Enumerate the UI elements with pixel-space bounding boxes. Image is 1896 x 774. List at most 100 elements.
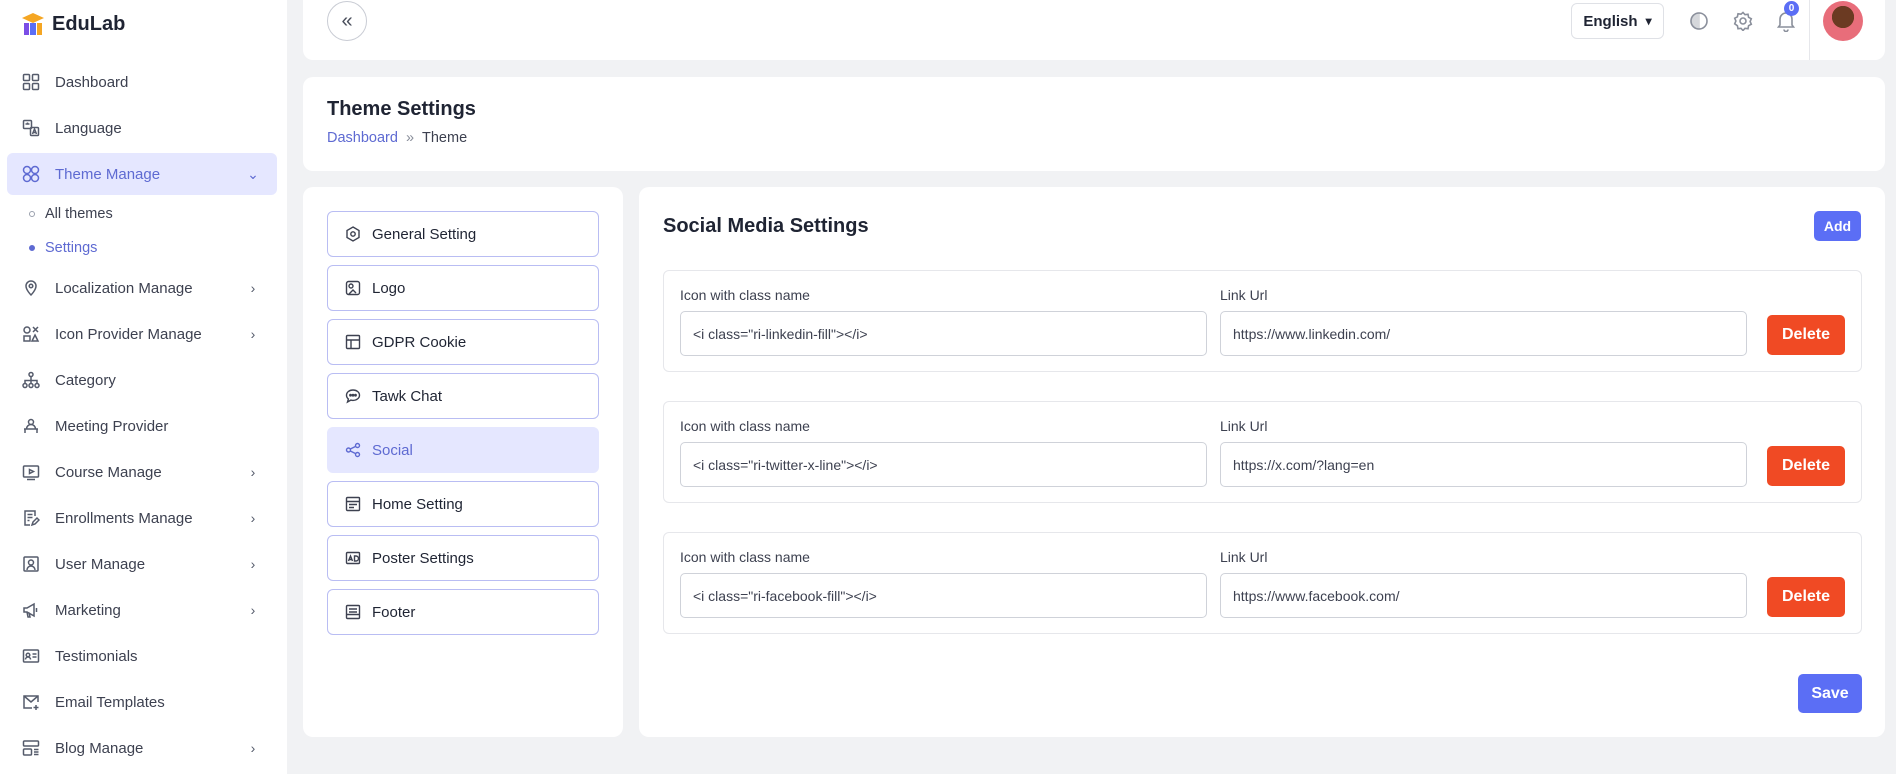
chevron-right-icon: › (250, 280, 256, 296)
icon-class-input[interactable]: <i class="ri-facebook-fill"></i> (680, 573, 1207, 618)
divider (1809, 0, 1810, 60)
sidebar-item-category[interactable]: Category (7, 357, 277, 403)
sidebar-item-dashboard[interactable]: Dashboard (7, 59, 277, 105)
chevron-right-icon: › (250, 602, 256, 618)
delete-button[interactable]: Delete (1767, 315, 1845, 355)
page-header: Theme Settings Dashboard » Theme (303, 77, 1885, 171)
share-icon (344, 441, 362, 459)
sidebar: EduLab Dashboard Language Theme Manage ⌄… (0, 0, 287, 774)
tab-social[interactable]: Social (327, 427, 599, 473)
settings-gear-icon[interactable] (1732, 10, 1754, 32)
sidebar-item-label: Localization Manage (55, 279, 193, 297)
sidebar-item-label: Email Templates (55, 693, 165, 711)
sidebar-item-label: Meeting Provider (55, 417, 169, 435)
submenu-item-settings[interactable]: Settings (29, 231, 277, 265)
tab-footer[interactable]: Footer (327, 589, 599, 635)
meeting-icon (21, 416, 41, 436)
tab-gdpr-cookie[interactable]: GDPR Cookie (327, 319, 599, 365)
sidebar-item-theme-manage[interactable]: Theme Manage ⌄ (7, 153, 277, 195)
tab-general-setting[interactable]: General Setting (327, 211, 599, 257)
grid-icon (21, 72, 41, 92)
theme-toggle-icon[interactable] (1688, 10, 1710, 32)
mail-add-icon (21, 692, 41, 712)
breadcrumb-separator: » (405, 130, 415, 146)
footer-layout-icon (344, 603, 362, 621)
id-card-icon (21, 646, 41, 666)
logo-icon (344, 279, 362, 297)
notification-badge: 0 (1784, 1, 1799, 16)
sidebar-item-label: Blog Manage (55, 739, 144, 757)
save-button[interactable]: Save (1798, 674, 1862, 713)
tab-poster-settings[interactable]: Poster Settings (327, 535, 599, 581)
sidebar-item-label: Language (55, 119, 122, 137)
avatar[interactable] (1823, 1, 1863, 41)
link-url-label: Link Url (1220, 418, 1268, 434)
social-row: Icon with class name Link Url <i class="… (663, 401, 1862, 503)
link-url-input[interactable]: https://x.com/?lang=en (1220, 442, 1747, 487)
user-box-icon (21, 554, 41, 574)
sidebar-item-blog-manage[interactable]: Blog Manage › (7, 725, 277, 771)
link-url-input[interactable]: https://www.facebook.com/ (1220, 573, 1747, 618)
bullet-icon (29, 211, 35, 217)
tab-tawk-chat[interactable]: Tawk Chat (327, 373, 599, 419)
sidebar-item-icon-provider-manage[interactable]: Icon Provider Manage › (7, 311, 277, 357)
icon-class-label: Icon with class name (680, 549, 810, 565)
chevron-right-icon: › (250, 510, 256, 526)
video-icon (21, 462, 41, 482)
sidebar-item-label: Testimonials (55, 647, 138, 665)
sidebar-item-marketing[interactable]: Marketing › (7, 587, 277, 633)
breadcrumb: Dashboard » Theme (327, 130, 467, 146)
sidebar-item-testimonials[interactable]: Testimonials (7, 633, 277, 679)
delete-button[interactable]: Delete (1767, 577, 1845, 617)
social-row: Icon with class name Link Url <i class="… (663, 532, 1862, 634)
translate-icon (21, 118, 41, 138)
sidebar-item-email-templates[interactable]: Email Templates (7, 679, 277, 725)
add-button[interactable]: Add (1814, 211, 1861, 241)
tab-logo[interactable]: Logo (327, 265, 599, 311)
home-layout-icon (344, 495, 362, 513)
brand-logo[interactable]: EduLab (20, 7, 125, 41)
sidebar-item-label: User Manage (55, 555, 146, 573)
brand-name: EduLab (52, 12, 126, 35)
submenu-item-label: Settings (45, 240, 98, 256)
tab-label: Poster Settings (372, 549, 474, 567)
tab-label: Home Setting (372, 495, 463, 513)
breadcrumb-current: Theme (422, 130, 468, 146)
tab-label: Footer (372, 603, 416, 621)
sidebar-nav: Dashboard Language Theme Manage ⌄ All th… (7, 59, 277, 771)
social-row: Icon with class name Link Url <i class="… (663, 270, 1862, 372)
delete-button[interactable]: Delete (1767, 446, 1845, 486)
sidebar-item-enrollments-manage[interactable]: Enrollments Manage › (7, 495, 277, 541)
breadcrumb-link-dashboard[interactable]: Dashboard (327, 130, 398, 146)
cookie-panel-icon (344, 333, 362, 351)
sidebar-item-localization-manage[interactable]: Localization Manage › (7, 265, 277, 311)
hexagon-gear-icon (344, 225, 362, 243)
chat-bubble-icon (344, 387, 362, 405)
icon-class-label: Icon with class name (680, 287, 810, 303)
collapse-sidebar-button[interactable]: « (327, 1, 367, 41)
icon-class-input[interactable]: <i class="ri-twitter-x-line"></i> (680, 442, 1207, 487)
submenu-item-label: All themes (45, 206, 113, 222)
page-title: Theme Settings (327, 98, 476, 120)
chevron-down-icon: ▾ (1645, 14, 1652, 28)
sidebar-item-course-manage[interactable]: Course Manage › (7, 449, 277, 495)
icon-class-input[interactable]: <i class="ri-linkedin-fill"></i> (680, 311, 1207, 356)
tab-label: Tawk Chat (372, 387, 443, 405)
social-settings-panel: Social Media Settings Add Icon with clas… (639, 187, 1885, 737)
sidebar-item-user-manage[interactable]: User Manage › (7, 541, 277, 587)
tab-home-setting[interactable]: Home Setting (327, 481, 599, 527)
sidebar-item-language[interactable]: Language (7, 105, 277, 151)
sidebar-item-label: Theme Manage (55, 165, 161, 183)
link-url-input[interactable]: https://www.linkedin.com/ (1220, 311, 1747, 356)
sidebar-item-meeting-provider[interactable]: Meeting Provider (7, 403, 277, 449)
link-url-label: Link Url (1220, 287, 1268, 303)
edit-file-icon (21, 508, 41, 528)
megaphone-icon (21, 600, 41, 620)
chevron-right-icon: › (250, 740, 256, 756)
sidebar-item-label: Course Manage (55, 463, 162, 481)
submenu-item-all-themes[interactable]: All themes (29, 197, 277, 231)
language-select[interactable]: English ▾ (1571, 3, 1664, 39)
chevron-right-icon: › (250, 556, 256, 572)
topbar: « English ▾ 0 (303, 0, 1885, 60)
bullet-icon (29, 245, 35, 251)
